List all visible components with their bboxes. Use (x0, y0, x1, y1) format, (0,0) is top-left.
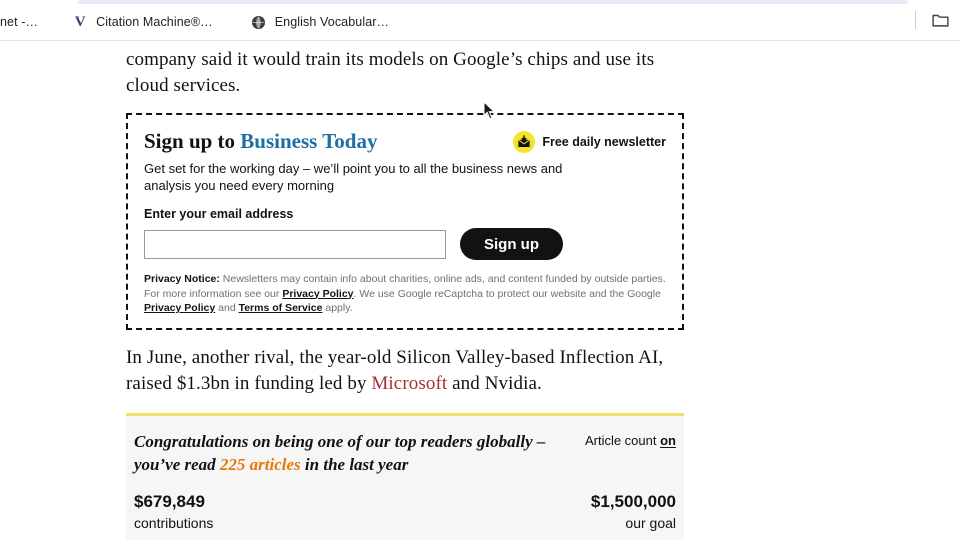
contributions-inner: Congratulations on being one of our top … (126, 430, 684, 540)
envelope-download-icon (513, 131, 536, 153)
browser-tab-1-title: net -… (0, 15, 39, 29)
article-count-toggle[interactable]: Article count on (585, 430, 676, 448)
article-count-label: Article count (584, 432, 661, 448)
signup-submit-button[interactable]: Sign up (460, 228, 563, 260)
browser-tab-3[interactable]: English Vocabular… (241, 7, 399, 37)
newsletter-badge: Free daily newsletter (513, 129, 666, 153)
newsletter-badge-label: Free daily newsletter (542, 135, 666, 149)
browser-tab-2-title: Citation Machine®… (96, 15, 213, 29)
goal-block: $1,500,000 our goal (591, 492, 676, 531)
privacy-policy-link-1[interactable]: Privacy Policy (282, 288, 353, 300)
tab-strip: net -… V Citation Machine®… English Voca… (0, 4, 960, 40)
browser-tab-2[interactable]: V Citation Machine®… (62, 7, 223, 37)
browser-tab-1[interactable]: net -… (0, 7, 48, 37)
article-paragraph-above: company said it would train its models o… (126, 49, 655, 96)
contributions-panel: Congratulations on being one of our top … (126, 412, 684, 540)
goal-value: $1,500,000 (590, 491, 676, 511)
signup-description: Get set for the working day – we’ll poin… (144, 161, 563, 193)
signup-form-row: Sign up (144, 228, 666, 260)
signup-title-brand: Business Today (240, 129, 378, 153)
article-column: company said it would train its models o… (126, 41, 684, 540)
toolbar-separator (915, 11, 916, 29)
contributions-message: Congratulations on being one of our top … (134, 430, 554, 476)
globe-icon (251, 14, 267, 30)
newsletter-signup-box: Sign up to Business Today Free daily new… (126, 113, 684, 330)
article-count-state[interactable]: on (660, 433, 676, 448)
privacy-text-3: and (215, 302, 239, 314)
contributions-message-highlight: 225 articles (219, 454, 301, 474)
email-input[interactable] (144, 229, 446, 259)
goal-label: our goal (625, 514, 676, 531)
contributions-message-post: in the last year (300, 454, 409, 474)
raised-value: $679,849 (134, 491, 205, 511)
privacy-notice-lead: Privacy Notice: (144, 273, 220, 285)
email-field-label: Enter your email address (144, 207, 294, 221)
terms-of-service-link[interactable]: Terms of Service (239, 302, 323, 314)
folder-icon[interactable] (926, 6, 954, 34)
article-paragraph-middle-post: and Nvidia. (447, 372, 542, 394)
contributions-amounts: $679,849 contributions $1,500,000 our go… (134, 492, 676, 531)
contributions-header: Congratulations on being one of our top … (134, 430, 676, 476)
signup-title-prefix: Sign up to (144, 129, 241, 153)
browser-chrome: net -… V Citation Machine®… English Voca… (0, 0, 960, 41)
raised-block: $679,849 contributions (134, 492, 213, 531)
signup-title: Sign up to Business Today (144, 129, 377, 153)
privacy-notice: Privacy Notice: Newsletters may contain … (144, 272, 666, 316)
signup-header: Sign up to Business Today Free daily new… (144, 129, 666, 153)
v-favicon: V (74, 13, 86, 30)
browser-tab-3-title: English Vocabular… (274, 15, 390, 29)
page-viewport: company said it would train its models o… (0, 41, 960, 540)
chrome-right-controls (915, 4, 954, 36)
microsoft-link[interactable]: Microsoft (371, 373, 447, 394)
raised-label: contributions (134, 514, 214, 531)
privacy-text-4: apply. (322, 302, 353, 314)
privacy-policy-link-2[interactable]: Privacy Policy (144, 302, 215, 314)
privacy-text-2: . We use Google reCaptcha to protect our… (353, 287, 661, 300)
article-paragraph-middle: In June, another rival, the year-old Sil… (126, 345, 684, 397)
